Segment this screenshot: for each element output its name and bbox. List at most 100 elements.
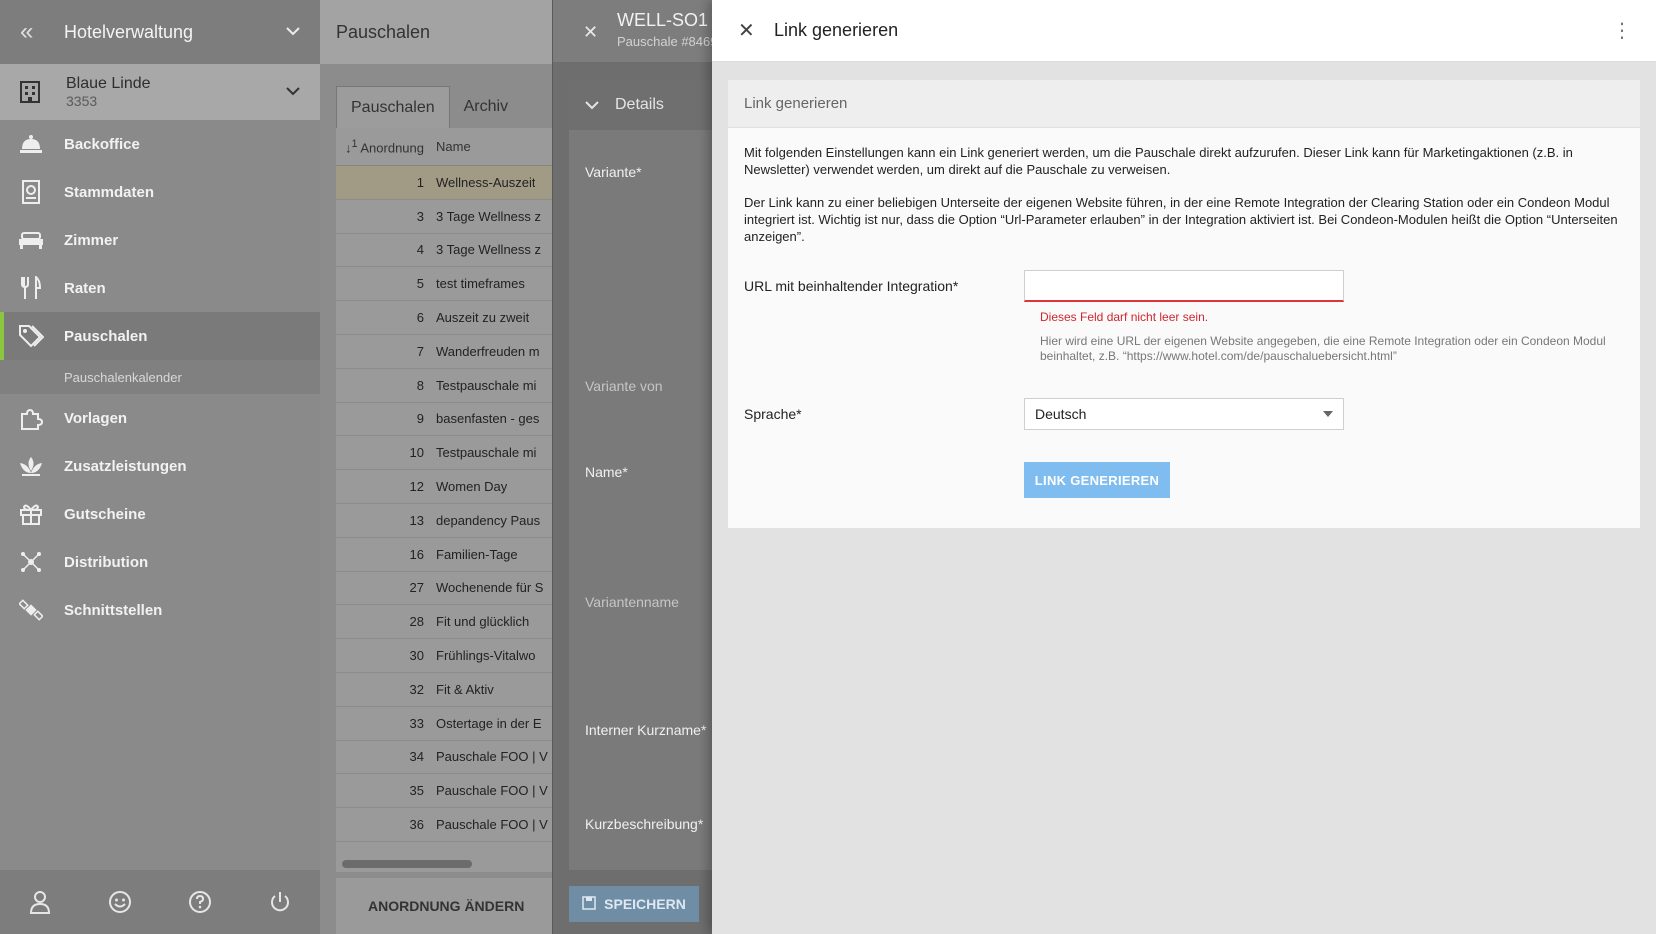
row-name: Pauschale FOO | V — [436, 783, 548, 799]
table-row[interactable]: 13 depandency Paus — [336, 504, 552, 538]
table-row[interactable]: 36 Pauschale FOO | V — [336, 808, 552, 842]
puzzle-icon — [18, 405, 44, 431]
sidebar-item-backoffice[interactable]: Backoffice — [0, 120, 320, 168]
variante-von-label: Variante von — [585, 378, 663, 394]
row-order: 33 — [409, 715, 424, 731]
row-name: Wellness-Auszeit — [436, 174, 536, 190]
language-select[interactable]: Deutsch — [1024, 398, 1344, 430]
column-header-anordnung[interactable]: ↓1 Anordnung — [336, 138, 436, 155]
column-header-name[interactable]: Name — [436, 139, 471, 154]
table-row[interactable]: 28 Fit und glücklich — [336, 605, 552, 640]
tags-icon — [18, 323, 44, 349]
row-order: 27 — [409, 580, 424, 596]
chevron-down-icon[interactable] — [286, 23, 300, 41]
url-input[interactable] — [1024, 270, 1344, 302]
table-row[interactable]: 12 Women Day — [336, 470, 552, 504]
app-title: Hotelverwaltung — [64, 21, 194, 42]
row-name: Testpauschale mi — [436, 377, 537, 393]
row-order: 6 — [416, 310, 424, 326]
pauschalen-table: ↓1 Anordnung Name 1 Wellness-Auszeit 3 3 Ta… — [336, 128, 552, 872]
sidebar-item-stammdaten[interactable]: Stammdaten — [0, 168, 320, 216]
link-card: Link generieren Mit folgenden Einstellun… — [728, 80, 1640, 528]
sort-index: 1 — [351, 137, 358, 150]
hotel-selector[interactable]: Blaue Linde 3353 — [0, 64, 320, 120]
row-name: Ostertage in der E — [436, 715, 542, 731]
row-name: depandency Paus — [436, 512, 541, 528]
pauschale-detail-panel: ✕ WELL-SO1 Pauschale #8469 Details Varia… — [552, 0, 712, 934]
row-order: 28 — [409, 614, 424, 630]
table-row[interactable]: 1 Wellness-Auszeit — [336, 166, 552, 200]
sidebar-item-pauschalenkalender[interactable]: Pauschalenkalender — [0, 360, 320, 394]
sidebar: « Hotelverwaltung Blaue Linde 3353 Backo… — [0, 0, 320, 934]
row-order: 30 — [409, 648, 424, 664]
row-order: 8 — [416, 377, 424, 393]
table-row[interactable]: 9 basenfasten - ges — [336, 403, 552, 437]
table-row[interactable]: 8 Testpauschale mi — [336, 369, 552, 403]
pauschale-code: WELL-SO1 — [617, 10, 709, 30]
row-name: Frühlings-Vitalwo — [436, 648, 536, 664]
name-label: Name* — [585, 464, 628, 480]
sidebar-item-zusatzleistungen[interactable]: Zusatzleistungen — [0, 442, 320, 490]
table-row[interactable]: 7 Wanderfreuden m — [336, 335, 552, 369]
table-row[interactable]: 27 Wochenende für S — [336, 572, 552, 606]
close-icon[interactable]: ✕ — [583, 22, 598, 43]
table-row[interactable]: 34 Pauschale FOO | V — [336, 741, 552, 775]
save-button[interactable]: SPEICHERN — [569, 886, 699, 922]
close-icon[interactable]: ✕ — [738, 18, 758, 43]
card-title: Link generieren — [728, 80, 1640, 128]
row-order: 34 — [409, 749, 424, 765]
pauschale-subtitle: Pauschale #8469 — [617, 34, 712, 49]
url-label: URL mit beinhaltender Integration* — [744, 278, 959, 294]
sidebar-item-schnittstellen[interactable]: Schnittstellen — [0, 586, 320, 634]
sidebar-nav: Backoffice Stammdaten Zimmer Raten Pausc… — [0, 120, 320, 634]
sidebar-item-raten[interactable]: Raten — [0, 264, 320, 312]
power-icon[interactable] — [268, 890, 292, 914]
url-field-row: URL mit beinhaltender Integration* Diese… — [744, 270, 1606, 363]
table-row[interactable]: 5 test timeframes — [336, 267, 552, 302]
anordnung-aendern-button[interactable]: ANORDNUNG ÄNDERN — [336, 878, 552, 934]
row-name: Testpauschale mi — [436, 445, 537, 461]
table-row[interactable]: 35 Pauschale FOO | V — [336, 774, 552, 809]
page-title: Pauschalen — [320, 0, 552, 64]
table-row[interactable]: 10 Testpauschale mi — [336, 436, 552, 471]
info-paragraph: Der Link kann zu einer beliebigen Unters… — [744, 195, 1618, 244]
table-header: ↓1 Anordnung Name — [336, 128, 552, 166]
table-row[interactable]: 16 Familien-Tage — [336, 538, 552, 572]
sidebar-item-gutscheine[interactable]: Gutscheine — [0, 490, 320, 538]
row-name: Familien-Tage — [436, 546, 518, 562]
table-row[interactable]: 3 3 Tage Wellness z — [336, 200, 552, 234]
table-row[interactable]: 4 3 Tage Wellness z — [336, 234, 552, 268]
variantenname-label: Variantenname — [585, 594, 679, 610]
row-order: 12 — [409, 479, 424, 495]
more-vertical-icon[interactable]: ⋮ — [1612, 18, 1632, 43]
smiley-icon[interactable] — [108, 890, 132, 914]
kurzbeschreibung-label: Kurzbeschreibung* — [585, 816, 704, 832]
row-order: 35 — [409, 783, 424, 799]
sidebar-item-distribution[interactable]: Distribution — [0, 538, 320, 586]
sidebar-item-pauschalen[interactable]: Pauschalen — [0, 312, 320, 360]
building-icon — [18, 80, 42, 104]
sidebar-item-zimmer[interactable]: Zimmer — [0, 216, 320, 264]
collapse-sidebar-icon[interactable]: « — [20, 18, 44, 46]
horizontal-scrollbar[interactable] — [342, 860, 472, 868]
chevron-down-icon[interactable] — [286, 83, 300, 101]
tab-pauschalen[interactable]: Pauschalen — [336, 86, 450, 128]
table-row[interactable]: 30 Frühlings-Vitalwo — [336, 639, 552, 673]
sidebar-item-vorlagen[interactable]: Vorlagen — [0, 394, 320, 442]
details-section-header[interactable]: Details — [569, 80, 712, 130]
tab-archiv[interactable]: Archiv — [450, 86, 522, 128]
row-name: Pauschale FOO | V — [436, 817, 548, 833]
table-row[interactable]: 33 Ostertage in der E — [336, 707, 552, 741]
link-generieren-button[interactable]: LINK GENERIEREN — [1024, 462, 1170, 498]
user-icon[interactable] — [28, 890, 52, 914]
row-name: Wanderfreuden m — [436, 343, 540, 359]
floppy-icon — [582, 895, 596, 913]
table-row[interactable]: 32 Fit & Aktiv — [336, 673, 552, 707]
url-error-message: Dieses Feld darf nicht leer sein. — [1040, 310, 1209, 324]
chevron-down-icon — [585, 97, 599, 113]
row-order: 16 — [409, 546, 424, 562]
row-order: 36 — [409, 817, 424, 833]
lotus-icon — [18, 453, 44, 479]
table-row[interactable]: 6 Auszeit zu zweit — [336, 301, 552, 335]
help-icon[interactable] — [188, 890, 212, 914]
